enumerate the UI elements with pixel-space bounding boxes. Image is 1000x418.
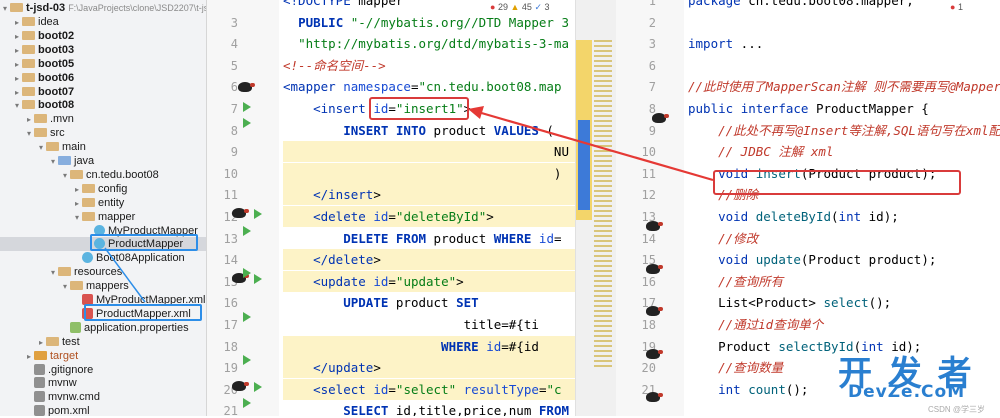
arrow-head bbox=[468, 106, 484, 119]
line-number: 11 bbox=[223, 188, 238, 203]
arrow-line bbox=[477, 110, 714, 182]
line-number: 7 bbox=[648, 80, 656, 95]
line-number: 3 bbox=[648, 37, 656, 52]
mybatis-bird-icon[interactable] bbox=[646, 221, 663, 231]
line-number: 19 bbox=[223, 361, 238, 376]
run-gutter-icon[interactable] bbox=[243, 102, 251, 112]
line-number: 6 bbox=[648, 58, 656, 73]
line-number: 14 bbox=[641, 231, 656, 246]
line-number: 6 bbox=[230, 80, 238, 95]
run-gutter-icon[interactable] bbox=[254, 209, 262, 219]
watermark-sub: DevZe.CoM bbox=[848, 382, 966, 402]
line-number: 17 bbox=[223, 318, 238, 332]
run-gutter-icon[interactable] bbox=[254, 382, 262, 392]
line-number: 20 bbox=[641, 361, 656, 376]
line-number: 9 bbox=[230, 145, 238, 160]
line-number: 16 bbox=[223, 296, 238, 311]
line-number: 8 bbox=[230, 123, 238, 138]
line-number: 2 bbox=[648, 15, 656, 30]
run-gutter-icon[interactable] bbox=[243, 312, 251, 322]
run-gutter-icon[interactable] bbox=[254, 274, 262, 284]
mybatis-bird-icon[interactable] bbox=[646, 264, 663, 274]
line-number: 13 bbox=[223, 231, 238, 246]
line-number: 9 bbox=[648, 123, 656, 138]
line-number: 11 bbox=[641, 166, 656, 181]
mybatis-bird-icon[interactable] bbox=[652, 113, 669, 123]
watermark-small: CSDN @学三岁 bbox=[928, 405, 986, 414]
mybatis-bird-icon[interactable] bbox=[646, 392, 663, 402]
mybatis-bird-icon[interactable] bbox=[232, 381, 249, 391]
run-gutter-icon[interactable] bbox=[243, 355, 251, 365]
mybatis-bird-icon[interactable] bbox=[646, 306, 663, 316]
line-number: 18 bbox=[641, 318, 656, 332]
run-gutter-icon[interactable] bbox=[243, 398, 251, 408]
tree-link-line bbox=[104, 247, 146, 303]
line-number: 16 bbox=[641, 274, 656, 289]
mybatis-bird-icon[interactable] bbox=[232, 208, 249, 218]
line-number: 10 bbox=[641, 145, 656, 160]
mybatis-bird-icon[interactable] bbox=[646, 349, 663, 359]
run-gutter-icon[interactable] bbox=[243, 268, 251, 278]
mybatis-bird-icon[interactable] bbox=[238, 82, 255, 92]
line-number: 5 bbox=[230, 58, 238, 73]
run-gutter-icon[interactable] bbox=[243, 226, 251, 236]
line-number: 10 bbox=[223, 166, 238, 181]
line-number: 14 bbox=[223, 253, 238, 268]
line-number: 7 bbox=[230, 102, 238, 116]
line-number: 18 bbox=[223, 339, 238, 354]
line-number: 4 bbox=[230, 37, 238, 52]
run-gutter-icon[interactable] bbox=[243, 118, 251, 128]
line-number: 3 bbox=[230, 15, 238, 30]
line-number: 1 bbox=[648, 0, 656, 8]
line-number: 12 bbox=[641, 188, 656, 203]
